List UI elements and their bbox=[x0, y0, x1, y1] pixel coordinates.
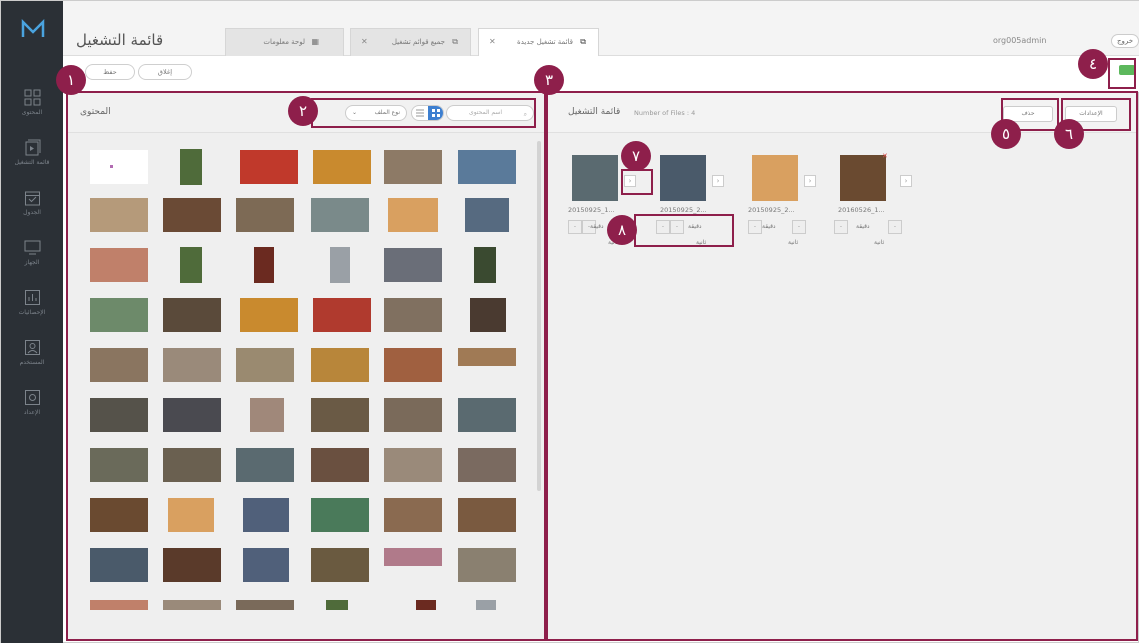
tab-new-playlist[interactable]: ✕ قائمة تشغيل جديدة ⧉ bbox=[478, 28, 599, 56]
annotation-badge-6: ٦ bbox=[1054, 119, 1084, 149]
annotation-badge-5: ٥ bbox=[991, 119, 1021, 149]
chart-icon bbox=[24, 290, 40, 305]
annotation-badge-7: ٧ bbox=[621, 141, 651, 171]
annotation-box-arrow bbox=[621, 169, 653, 195]
settings-icon bbox=[24, 390, 40, 405]
annotation-box-content bbox=[66, 91, 546, 641]
top-header: قائمة التشغيل لوحة معلومات ▦ ✕ جميع قوائ… bbox=[63, 1, 1139, 56]
annotation-box-filters bbox=[311, 98, 536, 128]
sidebar: المحتوى قائمة التشغيل الجدول الجهاز الإح… bbox=[1, 1, 63, 643]
tab-label: لوحة معلومات bbox=[263, 38, 305, 46]
tab-dashboard[interactable]: لوحة معلومات ▦ bbox=[225, 28, 344, 56]
sidebar-item-settings[interactable]: الإعداد bbox=[1, 389, 63, 439]
sidebar-item-label: المستخدم bbox=[19, 359, 45, 366]
tab-all-playlists[interactable]: ✕ جميع قوائم تشغيل ⧉ bbox=[350, 28, 471, 56]
annotation-box-status bbox=[1108, 58, 1136, 89]
page-title: قائمة التشغيل bbox=[76, 31, 164, 49]
sidebar-item-device[interactable]: الجهاز bbox=[1, 239, 63, 289]
tab-label: قائمة تشغيل جديدة bbox=[517, 38, 573, 46]
playlist-icon: ⧉ bbox=[452, 37, 458, 46]
sidebar-item-label: الإحصائيات bbox=[18, 309, 46, 316]
grid-icon bbox=[24, 89, 40, 106]
annotation-badge-4: ٤ bbox=[1078, 49, 1108, 79]
sidebar-item-label: الإعداد bbox=[23, 409, 41, 416]
close-icon[interactable]: ✕ bbox=[361, 37, 368, 46]
user-name: org005admin bbox=[993, 36, 1047, 45]
sidebar-item-user[interactable]: المستخدم bbox=[1, 339, 63, 389]
playlist-icon: ⧉ bbox=[580, 37, 586, 46]
sidebar-item-statistics[interactable]: الإحصائيات bbox=[1, 289, 63, 339]
sidebar-item-label: الجهاز bbox=[24, 259, 40, 266]
close-icon[interactable]: ✕ bbox=[489, 37, 496, 46]
save-button[interactable]: حفظ bbox=[85, 64, 135, 80]
dashboard-icon: ▦ bbox=[311, 37, 319, 46]
playlist-icon bbox=[25, 139, 40, 156]
calendar-icon bbox=[24, 191, 40, 206]
logout-button[interactable]: خروج bbox=[1111, 34, 1139, 48]
close-button[interactable]: إغلاق bbox=[138, 64, 192, 80]
annotation-badge-2: ٢ bbox=[288, 96, 318, 126]
sidebar-item-label: قائمة التشغيل bbox=[14, 159, 50, 166]
sidebar-item-playlist[interactable]: قائمة التشغيل bbox=[1, 139, 63, 189]
app-window: المحتوى قائمة التشغيل الجدول الجهاز الإح… bbox=[0, 0, 1139, 643]
sidebar-nav: المحتوى قائمة التشغيل الجدول الجهاز الإح… bbox=[1, 89, 63, 439]
user-icon bbox=[24, 340, 40, 355]
sidebar-item-schedule[interactable]: الجدول bbox=[1, 189, 63, 239]
sidebar-item-content[interactable]: المحتوى bbox=[1, 89, 63, 139]
annotation-box-duration bbox=[634, 214, 734, 247]
sidebar-item-label: الجدول bbox=[23, 209, 41, 216]
editor-toolbar: إغلاق حفظ bbox=[63, 56, 1139, 92]
annotation-badge-3: ٣ bbox=[534, 65, 564, 95]
monitor-icon bbox=[24, 240, 40, 255]
annotation-badge-8: ٨ bbox=[607, 215, 637, 245]
app-logo bbox=[21, 19, 45, 37]
sidebar-item-label: المحتوى bbox=[21, 109, 43, 116]
annotation-badge-1: ١ bbox=[56, 65, 86, 95]
tab-label: جميع قوائم تشغيل bbox=[391, 38, 445, 46]
